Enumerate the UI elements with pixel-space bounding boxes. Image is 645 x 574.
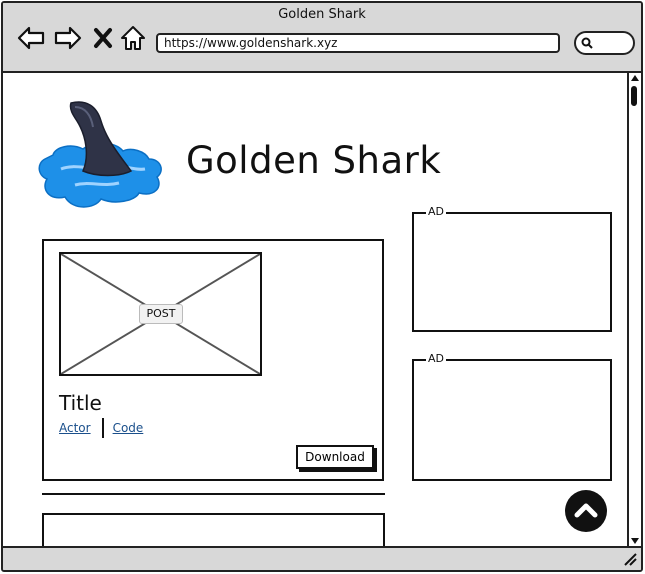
ad-label: AD: [426, 352, 446, 365]
browser-toolbar: Golden Shark https://www.goldenshark.xyz: [3, 3, 641, 73]
vertical-scrollbar[interactable]: [627, 73, 641, 546]
scroll-down-arrow-icon[interactable]: [631, 538, 639, 544]
ad-label: AD: [426, 205, 446, 218]
search-icon: [581, 37, 593, 49]
site-title: Golden Shark: [186, 139, 442, 182]
scroll-up-arrow-icon[interactable]: [631, 75, 639, 81]
browser-search-field[interactable]: [574, 31, 635, 55]
download-button[interactable]: Download: [296, 445, 374, 469]
link-separator: [101, 418, 104, 438]
post-title[interactable]: Title: [59, 391, 102, 415]
browser-window: Golden Shark https://www.goldenshark.xyz…: [1, 1, 643, 572]
ad-slot-1[interactable]: AD: [412, 205, 612, 332]
post-links: Actor Code: [59, 418, 143, 438]
scroll-to-top-button[interactable]: [565, 490, 607, 532]
content-divider: [42, 493, 385, 495]
status-bar: [3, 546, 641, 570]
chevron-up-icon: [574, 503, 598, 518]
code-link[interactable]: Code: [113, 421, 144, 435]
url-input[interactable]: https://www.goldenshark.xyz: [156, 33, 560, 53]
post-image-placeholder[interactable]: POST: [59, 252, 262, 376]
ad-slot-2[interactable]: AD: [412, 352, 612, 481]
actor-link[interactable]: Actor: [59, 421, 91, 435]
window-title: Golden Shark: [278, 7, 366, 22]
close-icon[interactable]: [92, 25, 114, 51]
resize-grip-icon[interactable]: [623, 552, 637, 566]
post-image-label: POST: [139, 304, 183, 324]
shark-fin-logo[interactable]: [35, 97, 165, 215]
back-arrow-icon[interactable]: [17, 25, 45, 51]
post-card: POST Title Actor Code Download: [42, 239, 384, 481]
forward-arrow-icon[interactable]: [54, 25, 82, 51]
scrollbar-thumb[interactable]: [631, 86, 637, 106]
home-icon[interactable]: [120, 25, 146, 51]
